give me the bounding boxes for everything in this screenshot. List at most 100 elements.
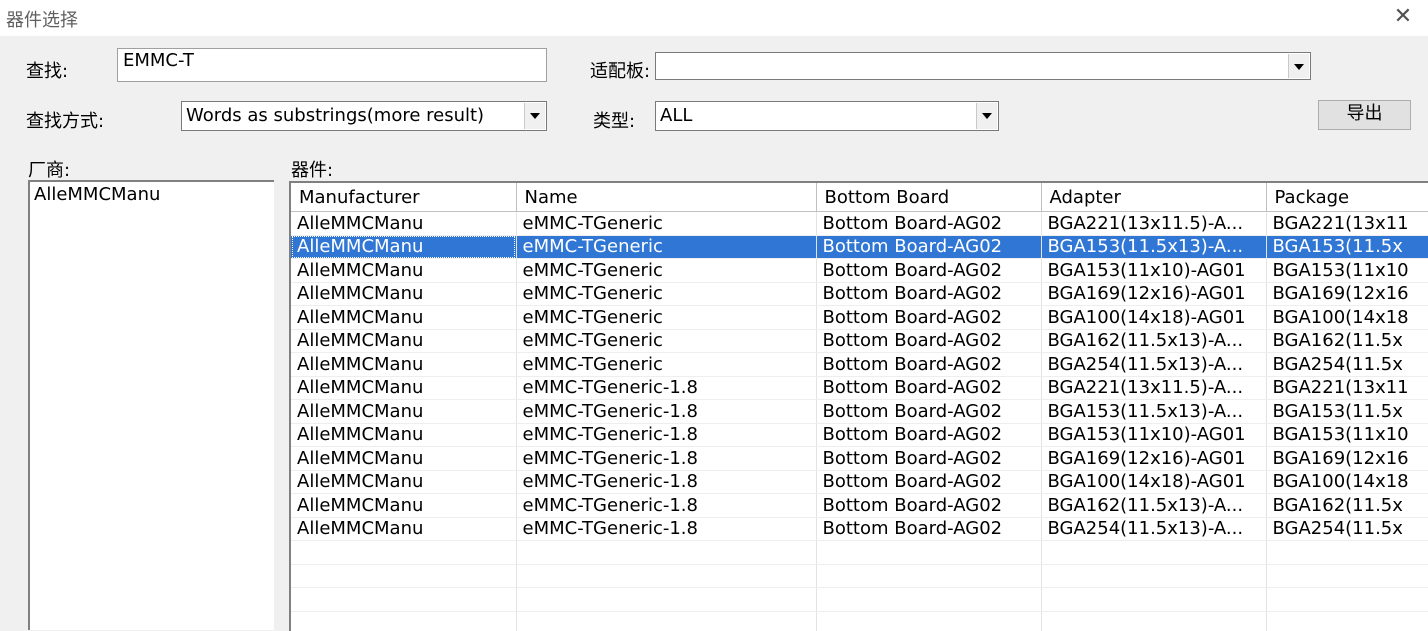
- cell-adapter: BGA153(11x10)-AG01: [1041, 423, 1267, 447]
- table-row[interactable]: AlleMMCManu eMMC-TGeneric-1.8 Bottom Board…: [291, 423, 1428, 447]
- column-header-package[interactable]: Package: [1266, 183, 1428, 212]
- cell-adapter: BGA153(11.5x13)-A...: [1041, 399, 1267, 424]
- column-header-adapter[interactable]: Adapter: [1041, 183, 1267, 212]
- vendor-list-label: 厂商:: [28, 160, 71, 181]
- table-row[interactable]: AlleMMCManu eMMC-TGeneric-1.8 Bottom Board…: [291, 399, 1428, 424]
- cell-manufacturer: AlleMMCManu: [291, 329, 517, 353]
- cell-package: BGA153(11.5x: [1266, 235, 1428, 259]
- table-row[interactable]: AlleMMCManu eMMC-TGeneric-1.8 Bottom Board…: [291, 446, 1428, 471]
- table-header-row: Manufacturer Name Bottom Board Adapter P…: [291, 183, 1428, 212]
- cell-bottom-board: Bottom Board-AG02: [816, 329, 1042, 353]
- title-bar: 器件选择 ✕: [0, 0, 1428, 36]
- adapter-dropdown[interactable]: [655, 52, 1311, 80]
- search-label: 查找:: [26, 61, 69, 82]
- empty-cell: [816, 611, 1042, 631]
- export-button[interactable]: 导出: [1318, 100, 1411, 130]
- vendor-list[interactable]: AlleMMCManu: [28, 180, 274, 630]
- cell-package: BGA169(12x16: [1266, 446, 1428, 471]
- cell-bottom-board: Bottom Board-AG02: [816, 399, 1042, 424]
- table-row[interactable]: AlleMMCManu eMMC-TGeneric-1.8 Bottom Board…: [291, 376, 1428, 400]
- cell-package: BGA153(11x10: [1266, 258, 1428, 283]
- cell-adapter: BGA221(13x11.5)-A...: [1041, 211, 1267, 236]
- type-dropdown[interactable]: ALL: [655, 101, 999, 131]
- cell-name: eMMC-TGeneric-1.8: [516, 446, 817, 471]
- cell-bottom-board: Bottom Board-AG02: [816, 470, 1042, 494]
- cell-bottom-board: Bottom Board-AG02: [816, 282, 1042, 306]
- table-row[interactable]: AlleMMCManu eMMC-TGeneric Bottom Board-AG0…: [291, 211, 1428, 236]
- cell-package: BGA254(11.5x: [1266, 517, 1428, 541]
- search-mode-value: Words as substrings(more result): [186, 105, 485, 126]
- cell-package: BGA221(13x11: [1266, 376, 1428, 400]
- empty-cell: [816, 540, 1042, 565]
- table-row[interactable]: AlleMMCManu eMMC-TGeneric Bottom Board-AG0…: [291, 305, 1428, 330]
- cell-adapter: BGA162(11.5x13)-A...: [1041, 329, 1267, 353]
- cell-manufacturer: AlleMMCManu: [291, 258, 517, 283]
- column-header-manufacturer[interactable]: Manufacturer: [291, 183, 517, 212]
- search-input[interactable]: EMMC-T: [117, 48, 547, 82]
- list-item[interactable]: AlleMMCManu: [30, 182, 274, 207]
- cell-name: eMMC-TGeneric-1.8: [516, 376, 817, 400]
- cell-name: eMMC-TGeneric-1.8: [516, 399, 817, 424]
- empty-cell: [1041, 587, 1267, 612]
- table-row[interactable]: AlleMMCManu eMMC-TGeneric Bottom Board-AG0…: [291, 258, 1428, 283]
- window-title: 器件选择: [6, 10, 78, 31]
- chevron-down-icon[interactable]: [524, 103, 545, 129]
- empty-cell: [1266, 564, 1428, 588]
- empty-cell: [516, 611, 817, 631]
- empty-cell: [1266, 611, 1428, 631]
- cell-package: BGA100(14x18: [1266, 305, 1428, 330]
- device-table[interactable]: Manufacturer Name Bottom Board Adapter P…: [289, 181, 1428, 631]
- empty-cell: [816, 587, 1042, 612]
- empty-cell: [291, 611, 517, 631]
- table-row[interactable]: AlleMMCManu eMMC-TGeneric-1.8 Bottom Board…: [291, 470, 1428, 494]
- empty-cell: [1041, 564, 1267, 588]
- empty-cell: [516, 540, 817, 565]
- cell-bottom-board: Bottom Board-AG02: [816, 493, 1042, 518]
- cell-name: eMMC-TGeneric-1.8: [516, 470, 817, 494]
- table-row[interactable]: AlleMMCManu eMMC-TGeneric Bottom Board-AG0…: [291, 352, 1428, 377]
- table-row[interactable]: AlleMMCManu eMMC-TGeneric-1.8 Bottom Board…: [291, 517, 1428, 541]
- table-row[interactable]: AlleMMCManu eMMC-TGeneric Bottom Board-AG0…: [291, 329, 1428, 353]
- close-icon[interactable]: ✕: [1390, 4, 1416, 30]
- cell-package: BGA100(14x18: [1266, 470, 1428, 494]
- empty-cell: [1266, 540, 1428, 565]
- cell-bottom-board: Bottom Board-AG02: [816, 352, 1042, 377]
- cell-manufacturer: AlleMMCManu: [291, 446, 517, 471]
- cell-adapter: BGA100(14x18)-AG01: [1041, 305, 1267, 330]
- cell-name: eMMC-TGeneric: [516, 329, 817, 353]
- search-mode-dropdown[interactable]: Words as substrings(more result): [181, 101, 547, 131]
- empty-row: [291, 540, 1428, 565]
- device-list-label: 器件:: [291, 160, 334, 181]
- table-row[interactable]: AlleMMCManu eMMC-TGeneric-1.8 Bottom Board…: [291, 493, 1428, 518]
- empty-cell: [291, 540, 517, 565]
- empty-cell: [291, 587, 517, 612]
- chevron-down-icon[interactable]: [1288, 54, 1309, 78]
- table-row[interactable]: AlleMMCManu eMMC-TGeneric Bottom Board-AG0…: [291, 235, 1428, 259]
- cell-manufacturer: AlleMMCManu: [291, 282, 517, 306]
- cell-name: eMMC-TGeneric-1.8: [516, 493, 817, 518]
- cell-name: eMMC-TGeneric-1.8: [516, 423, 817, 447]
- cell-bottom-board: Bottom Board-AG02: [816, 423, 1042, 447]
- cell-manufacturer: AlleMMCManu: [291, 423, 517, 447]
- adapter-label: 适配板:: [590, 61, 651, 82]
- cell-bottom-board: Bottom Board-AG02: [816, 446, 1042, 471]
- cell-manufacturer: AlleMMCManu: [291, 376, 517, 400]
- column-header-bottom-board[interactable]: Bottom Board: [816, 183, 1042, 212]
- cell-name: eMMC-TGeneric: [516, 352, 817, 377]
- cell-manufacturer: AlleMMCManu: [291, 352, 517, 377]
- cell-adapter: BGA153(11x10)-AG01: [1041, 258, 1267, 283]
- cell-name: eMMC-TGeneric: [516, 235, 817, 259]
- cell-package: BGA221(13x11: [1266, 211, 1428, 236]
- empty-cell: [1041, 540, 1267, 565]
- search-mode-label: 查找方式:: [26, 111, 105, 132]
- chevron-down-icon[interactable]: [976, 103, 997, 129]
- column-header-name[interactable]: Name: [516, 183, 817, 212]
- cell-package: BGA162(11.5x: [1266, 329, 1428, 353]
- cell-manufacturer: AlleMMCManu: [291, 211, 517, 236]
- cell-package: BGA153(11.5x: [1266, 399, 1428, 424]
- table-row[interactable]: AlleMMCManu eMMC-TGeneric Bottom Board-AG0…: [291, 282, 1428, 306]
- empty-cell: [291, 564, 517, 588]
- cell-name: eMMC-TGeneric: [516, 282, 817, 306]
- cell-adapter: BGA100(14x18)-AG01: [1041, 470, 1267, 494]
- cell-bottom-board: Bottom Board-AG02: [816, 235, 1042, 259]
